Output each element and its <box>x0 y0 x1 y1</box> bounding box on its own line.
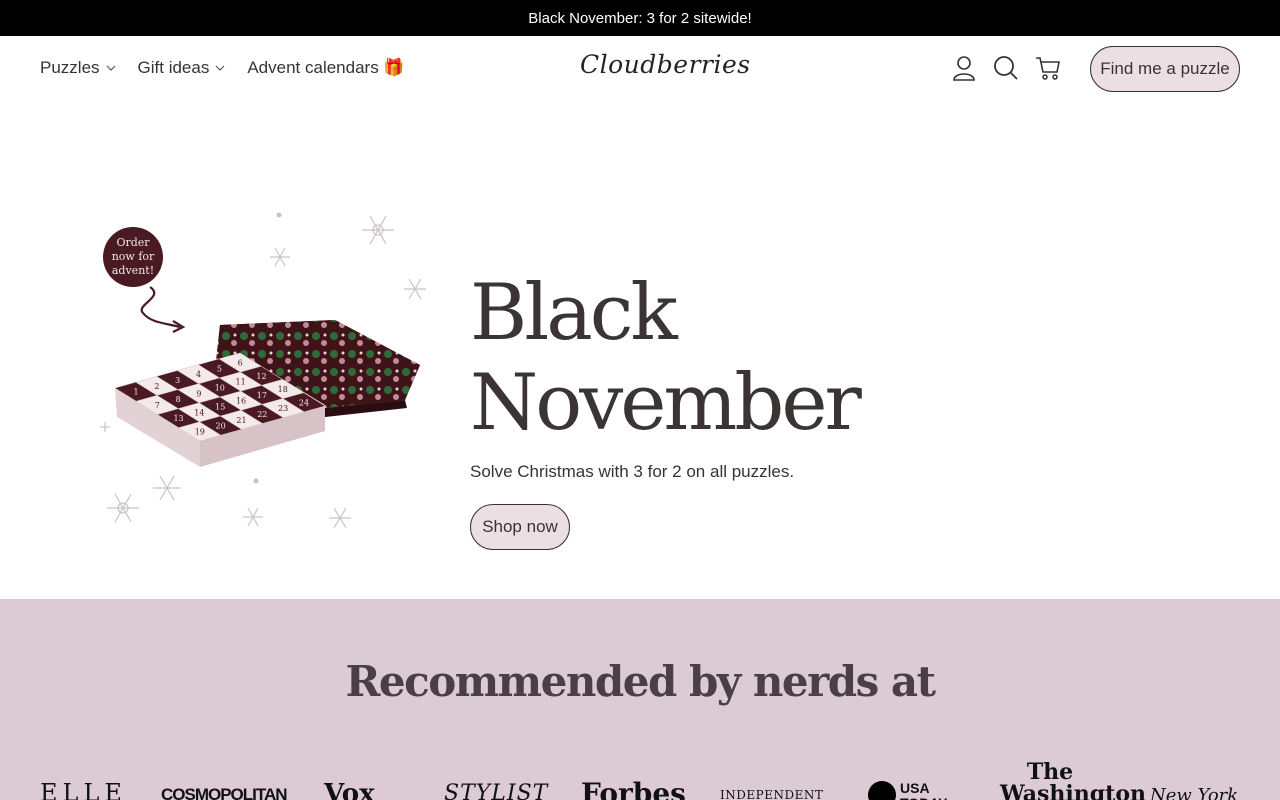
usa-today-text: USA TODAY <box>900 780 947 800</box>
calendar-door-number: 24 <box>299 398 309 407</box>
press-logos: ELLE COSMOPOLITAN Vox STYLIST Forbes IND… <box>0 759 1280 800</box>
calendar-door-number: 15 <box>215 403 225 412</box>
press-section: Recommended by nerds at ELLE COSMOPOLITA… <box>0 599 1280 800</box>
calendar-door-number: 11 <box>236 378 246 387</box>
usa-today-dot-icon <box>868 781 896 800</box>
press-logo-independent[interactable]: INDEPENDENT <box>720 788 823 800</box>
nav-item-puzzles[interactable]: Puzzles <box>40 58 116 78</box>
announcement-bar: Black November: 3 for 2 sitewide! <box>0 0 1280 36</box>
press-logo-cosmopolitan[interactable]: COSMOPOLITAN <box>161 785 288 800</box>
calendar-door-number: 7 <box>155 401 160 410</box>
calendar-door-number: 4 <box>196 370 201 379</box>
press-logo-stylist[interactable]: STYLIST <box>444 781 548 800</box>
hero-content: Black November Solve Christmas with 3 fo… <box>470 268 1070 550</box>
calendar-door-number: 9 <box>196 389 201 398</box>
hero-title: Black November <box>470 268 862 448</box>
svg-text:Order: Order <box>116 236 150 249</box>
press-logo-new-york[interactable]: New York <box>1150 785 1238 800</box>
search-icon[interactable] <box>992 54 1020 82</box>
announcement-text: Black November: 3 for 2 sitewide! <box>528 9 752 27</box>
press-logo-washington-post[interactable]: The Washington <box>1000 761 1146 800</box>
nav-label: Advent calendars 🎁 <box>247 58 405 77</box>
hero-image: Order now for advent! 1 2 3 4 5 6 7 8 9 10 1 <box>95 205 440 535</box>
press-logo-usa-today[interactable]: USA TODAY <box>868 781 952 800</box>
cart-icon[interactable] <box>1034 54 1062 82</box>
account-icon[interactable] <box>950 54 978 82</box>
calendar-door-number: 12 <box>256 372 266 381</box>
calendar-door-number: 21 <box>236 416 246 425</box>
calendar-door-number: 20 <box>216 422 226 431</box>
order-badge: Order now for advent! <box>103 227 186 333</box>
site-header: Puzzles Gift ideas Advent calendars 🎁 Cl… <box>0 36 1280 102</box>
chevron-down-icon <box>215 65 225 71</box>
svg-text:now for: now for <box>112 250 155 263</box>
calendar-door-number: 23 <box>278 404 288 413</box>
shop-now-button[interactable]: Shop now <box>470 504 570 550</box>
calendar-door-number: 13 <box>173 414 183 423</box>
advent-calendar-illustration: Order now for advent! 12 3 4 5 6 7 8 9 10 1112131… <box>100 212 426 529</box>
calendar-door-number: 14 <box>194 408 204 417</box>
press-logo-elle[interactable]: ELLE <box>40 779 127 800</box>
calendar-door-number: 17 <box>257 391 267 400</box>
calendar-door-number: 22 <box>257 410 267 419</box>
hero-subtitle: Solve Christmas with 3 for 2 on all puzz… <box>470 462 795 481</box>
calendar-door-number: 5 <box>217 364 222 373</box>
svg-text:advent!: advent! <box>112 264 154 277</box>
calendar-door-number: 2 <box>154 382 159 391</box>
nav-label: Puzzles <box>40 58 100 77</box>
chevron-down-icon <box>106 65 115 71</box>
nav-item-advent-calendars[interactable]: Advent calendars 🎁 <box>247 58 404 78</box>
calendar-door-number: 3 <box>175 376 180 385</box>
calendar-door-number: 19 <box>195 427 205 436</box>
main-nav: Puzzles Gift ideas Advent calendars 🎁 <box>40 58 405 78</box>
press-title: Recommended by nerds at <box>345 657 936 706</box>
press-logo-vox[interactable]: Vox <box>324 779 375 800</box>
header-icons <box>950 54 1062 82</box>
press-logo-forbes[interactable]: Forbes <box>581 777 686 800</box>
nav-item-gift-ideas[interactable]: Gift ideas <box>138 58 226 78</box>
calendar-door-number: 8 <box>176 395 181 404</box>
calendar-door-number: 6 <box>238 359 243 368</box>
calendar-door-number: 16 <box>236 397 246 406</box>
site-logo[interactable]: Cloudberries <box>580 50 751 79</box>
calendar-door-number: 10 <box>215 383 225 392</box>
find-puzzle-button[interactable]: Find me a puzzle <box>1090 46 1240 92</box>
calendar-door-number: 18 <box>278 385 288 394</box>
nav-label: Gift ideas <box>137 58 210 77</box>
calendar-door-number: 1 <box>133 388 138 397</box>
